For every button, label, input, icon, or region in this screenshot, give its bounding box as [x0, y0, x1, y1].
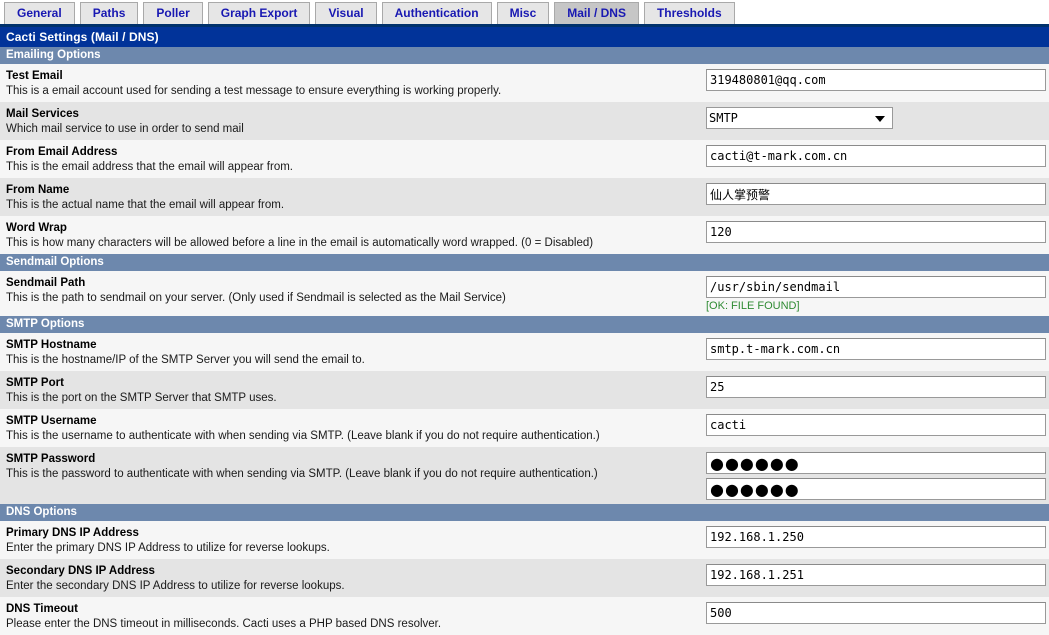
from-name-input[interactable]	[706, 183, 1046, 205]
row-dns-timeout: DNS Timeout Please enter the DNS timeout…	[0, 597, 1049, 635]
smtp-password-description: This is the password to authenticate wit…	[6, 468, 598, 480]
smtp-hostname-label: SMTP Hostname	[6, 339, 97, 351]
row-smtp-port: SMTP Port This is the port on the SMTP S…	[0, 371, 1049, 409]
mail-services-select[interactable]: SMTP	[706, 107, 893, 129]
tab-mail-dns[interactable]: Mail / DNS	[554, 2, 639, 24]
smtp-port-label: SMTP Port	[6, 377, 64, 389]
smtp-password-label-col: SMTP Password This is the password to au…	[6, 451, 706, 481]
tab-graph-export[interactable]: Graph Export	[207, 2, 311, 24]
smtp-hostname-description: This is the hostname/IP of the SMTP Serv…	[6, 354, 365, 366]
row-smtp-hostname: SMTP Hostname This is the hostname/IP of…	[0, 333, 1049, 371]
section-header-emailing-options: Emailing Options	[0, 47, 1049, 64]
secondary-dns-field-col	[706, 563, 1046, 586]
tab-thresholds[interactable]: Thresholds	[643, 2, 735, 24]
from-name-label-col: From Name This is the actual name that t…	[6, 182, 706, 212]
word-wrap-input[interactable]	[706, 221, 1046, 243]
mail-services-select-wrap: SMTP	[706, 107, 893, 129]
tab-general[interactable]: General	[4, 2, 75, 24]
smtp-password-field-col	[706, 451, 1046, 500]
dns-timeout-label-col: DNS Timeout Please enter the DNS timeout…	[6, 601, 706, 631]
mail-services-label: Mail Services	[6, 108, 79, 120]
smtp-hostname-label-col: SMTP Hostname This is the hostname/IP of…	[6, 337, 706, 367]
dns-timeout-field-col	[706, 601, 1046, 624]
row-sendmail-path: Sendmail Path This is the path to sendma…	[0, 271, 1049, 316]
from-name-field-col	[706, 182, 1046, 205]
row-from-name: From Name This is the actual name that t…	[0, 178, 1049, 216]
from-name-description: This is the actual name that the email w…	[6, 199, 285, 211]
smtp-username-description: This is the username to authenticate wit…	[6, 430, 600, 442]
section-header-sendmail-options: Sendmail Options	[0, 254, 1049, 271]
test-email-input[interactable]	[706, 69, 1046, 91]
smtp-username-input[interactable]	[706, 414, 1046, 436]
sendmail-path-input[interactable]	[706, 276, 1046, 298]
tab-visual[interactable]: Visual	[315, 2, 377, 24]
smtp-port-description: This is the port on the SMTP Server that…	[6, 392, 277, 404]
word-wrap-description: This is how many characters will be allo…	[6, 237, 594, 249]
word-wrap-label-col: Word Wrap This is how many characters wi…	[6, 220, 706, 250]
section-header-smtp-options: SMTP Options	[0, 316, 1049, 333]
from-name-label: From Name	[6, 184, 70, 196]
row-smtp-username: SMTP Username This is the username to au…	[0, 409, 1049, 447]
word-wrap-field-col	[706, 220, 1046, 243]
sendmail-path-field-col: [OK: FILE FOUND]	[706, 275, 1046, 312]
secondary-dns-label: Secondary DNS IP Address	[6, 565, 155, 577]
row-primary-dns: Primary DNS IP Address Enter the primary…	[0, 521, 1049, 559]
primary-dns-label: Primary DNS IP Address	[6, 527, 139, 539]
mail-services-label-col: Mail Services Which mail service to use …	[6, 106, 706, 136]
smtp-port-label-col: SMTP Port This is the port on the SMTP S…	[6, 375, 706, 405]
dns-timeout-input[interactable]	[706, 602, 1046, 624]
smtp-password-label: SMTP Password	[6, 453, 96, 465]
word-wrap-label: Word Wrap	[6, 222, 67, 234]
settings-tab-bar: General Paths Poller Graph Export Visual…	[0, 0, 1049, 27]
row-mail-services: Mail Services Which mail service to use …	[0, 102, 1049, 140]
test-email-description: This is a email account used for sending…	[6, 85, 502, 97]
mail-services-description: Which mail service to use in order to se…	[6, 123, 244, 135]
dns-timeout-description: Please enter the DNS timeout in millisec…	[6, 618, 442, 630]
sendmail-path-status: [OK: FILE FOUND]	[706, 300, 800, 312]
sendmail-path-label: Sendmail Path	[6, 277, 86, 289]
smtp-password-confirm-input[interactable]	[706, 478, 1046, 500]
row-word-wrap: Word Wrap This is how many characters wi…	[0, 216, 1049, 254]
row-test-email: Test Email This is a email account used …	[0, 64, 1049, 102]
mail-services-field-col: SMTP	[706, 106, 1045, 129]
from-email-input[interactable]	[706, 145, 1046, 167]
smtp-password-input[interactable]	[706, 452, 1046, 474]
page-title: Cacti Settings (Mail / DNS)	[0, 27, 1049, 47]
smtp-hostname-field-col	[706, 337, 1046, 360]
tab-authentication[interactable]: Authentication	[381, 2, 492, 24]
secondary-dns-input[interactable]	[706, 564, 1046, 586]
primary-dns-label-col: Primary DNS IP Address Enter the primary…	[6, 525, 706, 555]
smtp-port-input[interactable]	[706, 376, 1046, 398]
smtp-port-field-col	[706, 375, 1046, 398]
tab-misc[interactable]: Misc	[496, 2, 550, 24]
primary-dns-input[interactable]	[706, 526, 1046, 548]
primary-dns-description: Enter the primary DNS IP Address to util…	[6, 542, 330, 554]
test-email-field-col	[706, 68, 1046, 91]
tab-paths[interactable]: Paths	[79, 2, 139, 24]
row-secondary-dns: Secondary DNS IP Address Enter the secon…	[0, 559, 1049, 597]
smtp-username-label: SMTP Username	[6, 415, 97, 427]
tab-poller[interactable]: Poller	[143, 2, 203, 24]
row-smtp-password: SMTP Password This is the password to au…	[0, 447, 1049, 504]
from-email-label-col: From Email Address This is the email add…	[6, 144, 706, 174]
test-email-label: Test Email	[6, 70, 63, 82]
smtp-username-label-col: SMTP Username This is the username to au…	[6, 413, 706, 443]
smtp-username-field-col	[706, 413, 1046, 436]
sendmail-path-description: This is the path to sendmail on your ser…	[6, 292, 506, 304]
from-email-label: From Email Address	[6, 146, 118, 158]
secondary-dns-description: Enter the secondary DNS IP Address to ut…	[6, 580, 345, 592]
row-from-email-address: From Email Address This is the email add…	[0, 140, 1049, 178]
section-header-dns-options: DNS Options	[0, 504, 1049, 521]
from-email-field-col	[706, 144, 1046, 167]
test-email-label-col: Test Email This is a email account used …	[6, 68, 706, 98]
from-email-description: This is the email address that the email…	[6, 161, 293, 173]
primary-dns-field-col	[706, 525, 1046, 548]
sendmail-path-label-col: Sendmail Path This is the path to sendma…	[6, 275, 706, 305]
smtp-hostname-input[interactable]	[706, 338, 1046, 360]
secondary-dns-label-col: Secondary DNS IP Address Enter the secon…	[6, 563, 706, 593]
